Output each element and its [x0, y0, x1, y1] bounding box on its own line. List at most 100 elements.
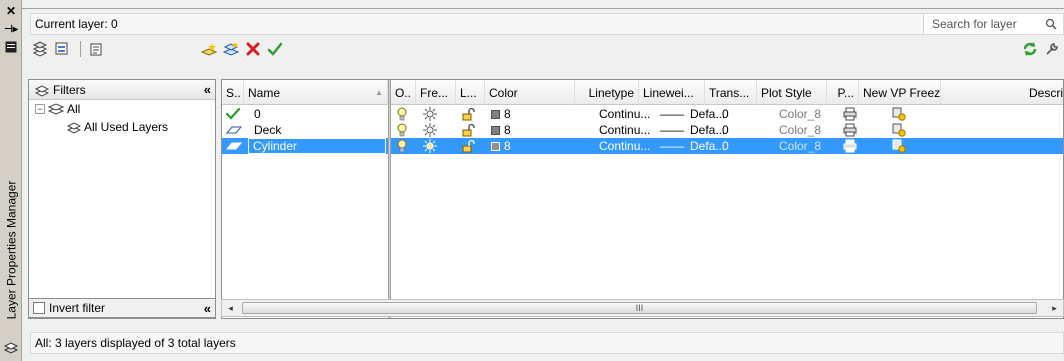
invert-filter-checkbox[interactable]: [33, 302, 45, 314]
layer-status-icon[interactable]: [222, 138, 244, 154]
col-plot-style[interactable]: Plot Style: [757, 80, 827, 105]
delete-layer-icon[interactable]: [243, 39, 263, 59]
current-layer-label: Current layer: 0: [35, 17, 118, 31]
collapse-filters-bottom-icon[interactable]: «: [204, 301, 211, 316]
layer-list-grid: S.. Name ▲ O.. Fre... L... Color Linetyp…: [221, 79, 1064, 319]
col-freeze[interactable]: Fre...: [416, 80, 456, 105]
horizontal-scrollbar[interactable]: ◂ III ▸: [221, 299, 1064, 317]
layer-linetype[interactable]: Continu...: [595, 122, 650, 138]
vp-freeze-icon[interactable]: [888, 138, 906, 154]
layer-states-manager-icon[interactable]: [87, 39, 107, 59]
layer-row[interactable]: 0 8 Continu... —— Defa... 0 Color_8: [222, 106, 1063, 122]
collapse-node-icon[interactable]: −: [35, 104, 45, 114]
layer-lineweight[interactable]: —— Defa...: [656, 106, 725, 122]
palette-title: Layer Properties Manager: [4, 180, 18, 320]
col-lineweight[interactable]: Linewei...: [639, 80, 705, 105]
layer-lineweight[interactable]: —— Defa...: [656, 122, 725, 138]
search-input[interactable]: Search for layer: [923, 14, 1063, 34]
layer-status-icon[interactable]: [222, 122, 244, 138]
sun-thaw-icon[interactable]: [419, 122, 437, 138]
invert-filter-label: Invert filter: [49, 301, 106, 315]
layer-transparency[interactable]: 0: [718, 106, 729, 122]
unlock-icon[interactable]: [457, 106, 475, 122]
set-current-icon[interactable]: [265, 39, 285, 59]
col-linetype[interactable]: Linetype: [575, 80, 639, 105]
layer-plot-style[interactable]: Color_8: [775, 106, 821, 122]
layer-name[interactable]: Cylinder: [248, 138, 386, 154]
lineweight-dash: ——: [660, 123, 684, 137]
layer-row[interactable]: Deck 8 Continu... —— Defa... 0 Color_8: [222, 122, 1063, 138]
sun-thaw-icon[interactable]: [419, 138, 437, 154]
layer-transparency[interactable]: 0: [718, 138, 729, 154]
bulb-on-icon[interactable]: [393, 122, 407, 138]
scroll-left-icon[interactable]: ◂: [222, 300, 239, 316]
color-value: 8: [504, 139, 511, 153]
new-layer-icon[interactable]: [199, 39, 219, 59]
col-status[interactable]: S..: [222, 80, 244, 105]
col-name[interactable]: Name ▲: [244, 80, 388, 105]
scroll-grip: III: [635, 303, 644, 313]
filters-tree-panel: Filters « − All All Used Layers: [28, 79, 216, 319]
current-layer-bar: Current layer: 0 Search for layer: [30, 13, 1064, 35]
new-vp-frozen-layer-icon[interactable]: [221, 39, 241, 59]
new-property-filter-icon[interactable]: [30, 39, 50, 59]
printer-icon[interactable]: [839, 106, 857, 122]
filters-footer: Invert filter «: [28, 298, 216, 318]
layer-plot-style[interactable]: Color_8: [775, 138, 821, 154]
layer-lineweight[interactable]: —— Defa...: [656, 138, 725, 154]
col-name-label: Name: [248, 85, 281, 100]
current-layer-check-icon[interactable]: [222, 106, 244, 122]
refresh-icon[interactable]: [1020, 39, 1040, 59]
column-splitter[interactable]: [388, 80, 391, 318]
unlock-icon[interactable]: [457, 138, 475, 154]
collapse-filters-icon[interactable]: «: [204, 82, 215, 97]
sort-up-icon: ▲: [375, 88, 383, 97]
color-swatch: [491, 141, 500, 151]
col-transparency[interactable]: Trans...: [705, 80, 757, 105]
close-icon[interactable]: ✕: [2, 2, 20, 20]
color-value: 8: [504, 107, 511, 121]
vp-freeze-icon[interactable]: [888, 122, 906, 138]
color-swatch: [491, 109, 500, 119]
search-placeholder: Search for layer: [932, 17, 1017, 31]
layer-row-selected[interactable]: Cylinder 8 Continu... —— Defa... 0 Color_…: [222, 138, 1063, 154]
color-value: 8: [504, 123, 511, 137]
col-plot[interactable]: P...: [827, 80, 859, 105]
col-lock[interactable]: L...: [456, 80, 485, 105]
tree-item-label: All Used Layers: [84, 120, 169, 134]
col-description[interactable]: Descri: [941, 80, 1063, 105]
col-color[interactable]: Color: [485, 80, 575, 105]
layer-name[interactable]: Deck: [250, 122, 281, 138]
sun-thaw-icon[interactable]: [419, 106, 437, 122]
printer-icon[interactable]: [839, 122, 857, 138]
layers-stack-icon: [48, 102, 64, 116]
bulb-on-icon[interactable]: [393, 138, 407, 154]
unlock-icon[interactable]: [457, 122, 475, 138]
scroll-right-icon[interactable]: ▸: [1046, 300, 1063, 316]
layers-icon: [2, 338, 20, 356]
toolbar: [30, 38, 1064, 60]
properties-icon[interactable]: [2, 38, 20, 56]
settings-wrench-icon[interactable]: [1042, 39, 1062, 59]
layer-transparency[interactable]: 0: [718, 122, 729, 138]
vp-freeze-icon[interactable]: [888, 106, 906, 122]
layer-name[interactable]: 0: [250, 106, 261, 122]
printer-icon[interactable]: [839, 138, 857, 154]
bulb-on-icon[interactable]: [393, 106, 407, 122]
search-icon: [1045, 18, 1057, 30]
layer-color[interactable]: 8: [487, 122, 511, 138]
layer-color[interactable]: 8: [487, 138, 511, 154]
new-group-filter-icon[interactable]: [52, 39, 72, 59]
scroll-thumb[interactable]: III: [242, 302, 1037, 314]
palette-title-strip: ✕ ⊣▸ Layer Properties Manager: [0, 0, 22, 361]
layer-linetype[interactable]: Continu...: [595, 106, 650, 122]
layer-linetype[interactable]: Continu...: [595, 138, 650, 154]
layer-color[interactable]: 8: [487, 106, 511, 122]
auto-hide-icon[interactable]: ⊣▸: [2, 20, 20, 38]
col-on[interactable]: O..: [391, 80, 416, 105]
tree-item-all-used-layers[interactable]: All Used Layers: [29, 118, 215, 136]
lineweight-dash: ——: [660, 107, 684, 121]
layer-plot-style[interactable]: Color_8: [775, 122, 821, 138]
tree-item-all[interactable]: − All: [29, 100, 215, 118]
col-new-vp-freeze[interactable]: New VP Freeze: [859, 80, 941, 105]
